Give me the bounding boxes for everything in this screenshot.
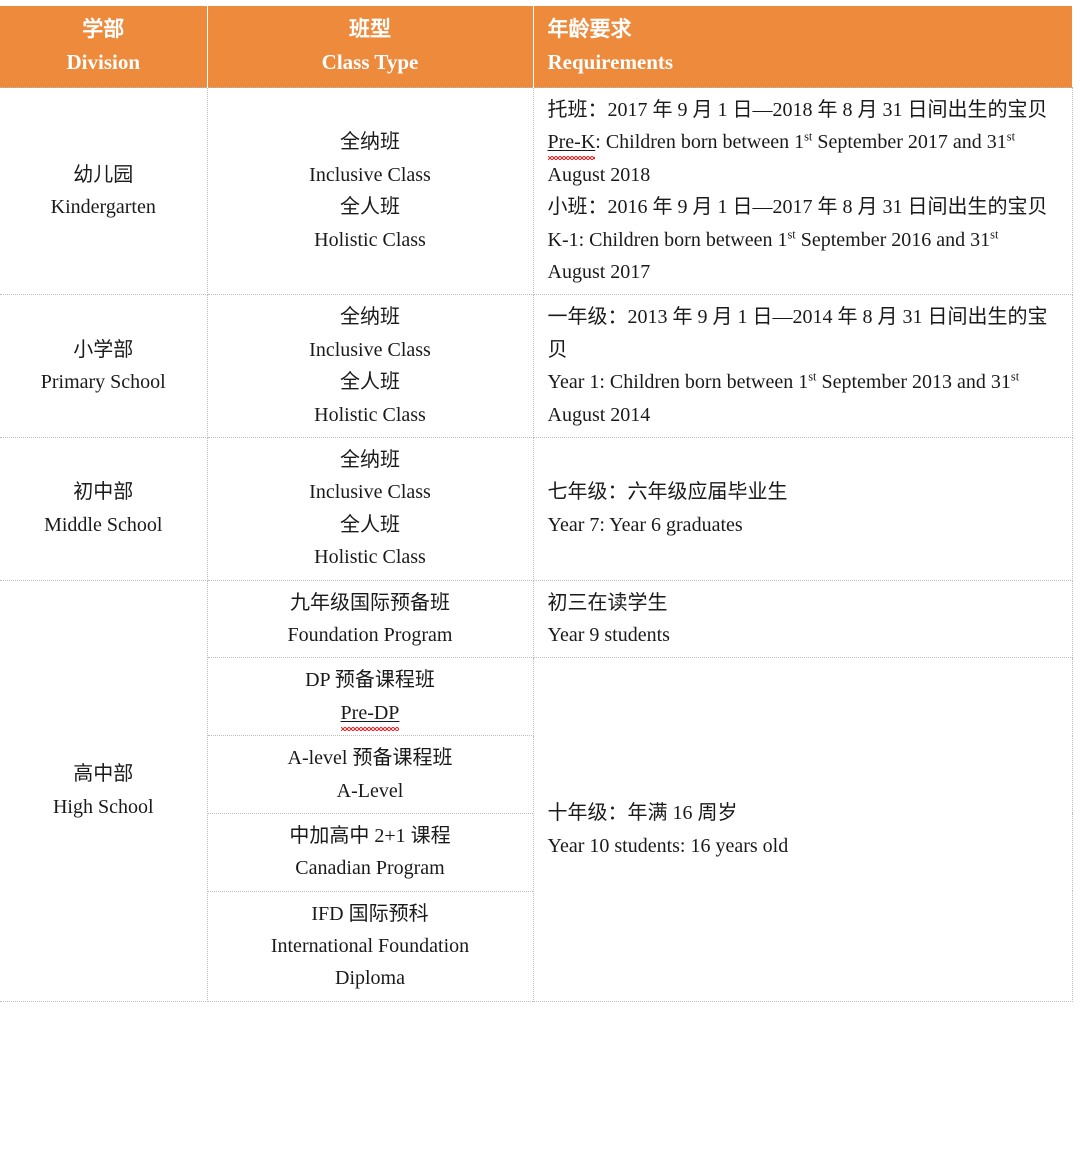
- cell-division-middle: 初中部 Middle School: [0, 437, 208, 581]
- program-a-level-cn: A-level 预备课程班: [287, 747, 453, 770]
- requirement-text: August 2014: [547, 403, 651, 426]
- program-ifd-cn: IFD 国际预科: [311, 902, 429, 925]
- requirement-year7-cn: 七年级：六年级应届毕业生: [547, 481, 788, 504]
- requirement-text: September 2016 and 31: [795, 228, 991, 251]
- column-header-requirements: 年龄要求 Requirements: [533, 6, 1072, 89]
- cell-requirements-kindergarten: 托班：2017 年 9 月 1 日—2018 年 8 月 31 日间出生的宝贝 …: [532, 87, 1073, 296]
- cell-program-a-level: A-level 预备课程班 A-Level: [207, 735, 534, 814]
- admissions-table-page: 学部 Division 班型 Class Type 年龄要求 Requireme…: [0, 6, 1080, 1162]
- class-type-line: 全人班: [340, 371, 400, 394]
- division-kindergarten-en: Kindergarten: [50, 196, 156, 219]
- requirement-text: : Children born between 1: [595, 131, 805, 154]
- requirement-year10-cn: 十年级：年满 16 周岁: [547, 802, 738, 825]
- requirement-text: September 2017 and 31: [812, 131, 1007, 154]
- cell-program-canadian: 中加高中 2+1 课程 Canadian Program: [207, 813, 534, 892]
- requirement-label-year1: Year 1: [547, 371, 600, 394]
- class-type-line: Inclusive Class: [309, 163, 431, 186]
- program-canadian-en: Canadian Program: [295, 857, 445, 880]
- cell-division-primary: 小学部 Primary School: [0, 294, 208, 438]
- program-a-level-en: A-Level: [336, 779, 404, 802]
- column-header-requirements-cn: 年龄要求: [547, 17, 632, 41]
- requirement-k1-cn: 小班：2016 年 9 月 1 日—2017 年 8 月 31 日间出生的宝贝: [547, 196, 1048, 219]
- cell-requirements-foundation: 初三在读学生 Year 9 students: [532, 580, 1073, 659]
- cell-program-pre-dp: DP 预备课程班 Pre-DP: [207, 657, 534, 737]
- program-ifd-en-line1: International Foundation: [270, 935, 470, 958]
- division-high-school-en: High School: [52, 795, 154, 818]
- table-row: 初中部 Middle School 全纳班 Inclusive Class 全人…: [0, 437, 1073, 581]
- class-type-line: 全纳班: [340, 449, 400, 471]
- division-kindergarten-cn: 幼儿园: [73, 163, 134, 186]
- class-type-line: 全纳班: [340, 131, 400, 154]
- division-middle-en: Middle School: [44, 513, 163, 536]
- division-high-school-cn: 高中部: [73, 763, 134, 786]
- spellcheck-word-pre-dp: Pre-DP: [340, 701, 400, 724]
- ordinal-suffix: st: [787, 227, 796, 241]
- class-type-line: Holistic Class: [314, 403, 426, 426]
- requirement-text: August 2017: [547, 261, 651, 284]
- cell-requirements-primary: 一年级：2013 年 9 月 1 日—2014 年 8 月 31 日间出生的宝贝…: [532, 294, 1073, 438]
- requirement-label-k1: K-1: [547, 228, 579, 251]
- ordinal-suffix: st: [1006, 129, 1016, 144]
- requirement-year1-cn: 一年级：2013 年 9 月 1 日—2014 年 8 月 31 日间出生的宝贝: [547, 306, 1048, 361]
- table-row: 高中部 High School 九年级国际预备班 Foundation Prog…: [0, 580, 1073, 1002]
- requirement-text: : Children born between 1: [599, 371, 809, 394]
- requirement-text: : Children born between 1: [578, 228, 788, 251]
- requirement-year9-cn: 初三在读学生: [547, 591, 668, 614]
- class-type-line: Inclusive Class: [309, 338, 431, 361]
- column-header-division-cn: 学部: [82, 17, 125, 41]
- requirement-pre-k-en: Pre-K: Children born between 1 st Septemb…: [548, 126, 1060, 191]
- program-foundation-en: Foundation Program: [287, 623, 453, 646]
- requirement-k1-en: K-1: Children born between 1st September…: [548, 224, 1060, 289]
- requirement-year9-en: Year 9 students: [547, 623, 670, 646]
- admissions-requirements-table: 学部 Division 班型 Class Type 年龄要求 Requireme…: [0, 6, 1073, 1002]
- cell-requirements-high-school: 十年级：年满 16 周岁 Year 10 students: 16 years …: [532, 657, 1073, 1002]
- spellcheck-word-pre-k: Pre-K: [547, 131, 596, 154]
- column-header-division-en: Division: [66, 49, 141, 74]
- column-header-class-type: 班型 Class Type: [207, 6, 534, 89]
- header-row: 学部 Division 班型 Class Type 年龄要求 Requireme…: [0, 6, 1072, 89]
- cell-requirements-middle: 七年级：六年级应届毕业生 Year 7: Year 6 graduates: [532, 437, 1073, 581]
- class-type-line: Holistic Class: [314, 228, 426, 251]
- division-middle-cn: 初中部: [73, 481, 134, 504]
- column-header-class-type-en: Class Type: [321, 49, 419, 74]
- table-row: 幼儿园 Kindergarten 全纳班 Inclusive Class 全人班…: [0, 87, 1073, 296]
- requirement-year7-en: Year 7: Year 6 graduates: [547, 513, 743, 536]
- division-primary-cn: 小学部: [73, 338, 134, 361]
- program-pre-dp-cn: DP 预备课程班: [305, 669, 435, 692]
- cell-division-kindergarten: 幼儿园 Kindergarten: [0, 87, 208, 296]
- program-pre-dp-en: Pre-DP: [216, 697, 525, 729]
- ordinal-suffix: st: [1010, 369, 1020, 384]
- program-foundation-cn: 九年级国际预备班: [290, 591, 450, 614]
- table-row: 小学部 Primary School 全纳班 Inclusive Class 全…: [0, 294, 1073, 438]
- class-type-line: 全人班: [340, 196, 400, 219]
- class-type-line: 全纳班: [340, 306, 400, 329]
- column-header-class-type-cn: 班型: [349, 17, 391, 41]
- ordinal-suffix: st: [990, 227, 999, 241]
- table-body: 幼儿园 Kindergarten 全纳班 Inclusive Class 全人班…: [0, 87, 1073, 1002]
- cell-program-foundation: 九年级国际预备班 Foundation Program: [206, 580, 534, 659]
- requirement-year1-en: Year 1: Children born between 1 st Septem…: [548, 366, 1060, 431]
- cell-class-type-primary: 全纳班 Inclusive Class 全人班 Holistic Class: [206, 294, 534, 438]
- column-header-requirements-en: Requirements: [547, 49, 674, 74]
- requirement-year10-en: Year 10 students: 16 years old: [547, 834, 789, 857]
- cell-class-type-middle: 全纳班 Inclusive Class 全人班 Holistic Class: [206, 437, 534, 581]
- cell-program-ifd: IFD 国际预科 International Foundation Diplom…: [207, 891, 534, 1002]
- requirement-pre-k-cn: 托班：2017 年 9 月 1 日—2018 年 8 月 31 日间出生的宝贝: [547, 99, 1048, 122]
- class-type-line: Holistic Class: [314, 546, 426, 569]
- table-header: 学部 Division 班型 Class Type 年龄要求 Requireme…: [0, 6, 1072, 89]
- program-ifd-en-line2: Diploma: [335, 967, 405, 990]
- division-primary-en: Primary School: [40, 371, 166, 394]
- requirement-text: September 2013 and 31: [816, 371, 1011, 394]
- program-canadian-cn: 中加高中 2+1 课程: [289, 824, 451, 847]
- class-type-line: 全人班: [340, 513, 400, 536]
- class-type-line: Inclusive Class: [309, 481, 431, 504]
- column-header-division: 学部 Division: [0, 6, 208, 89]
- cell-class-type-kindergarten: 全纳班 Inclusive Class 全人班 Holistic Class: [206, 87, 534, 296]
- requirement-text: August 2018: [547, 163, 651, 186]
- cell-division-high-school: 高中部 High School: [0, 580, 208, 1002]
